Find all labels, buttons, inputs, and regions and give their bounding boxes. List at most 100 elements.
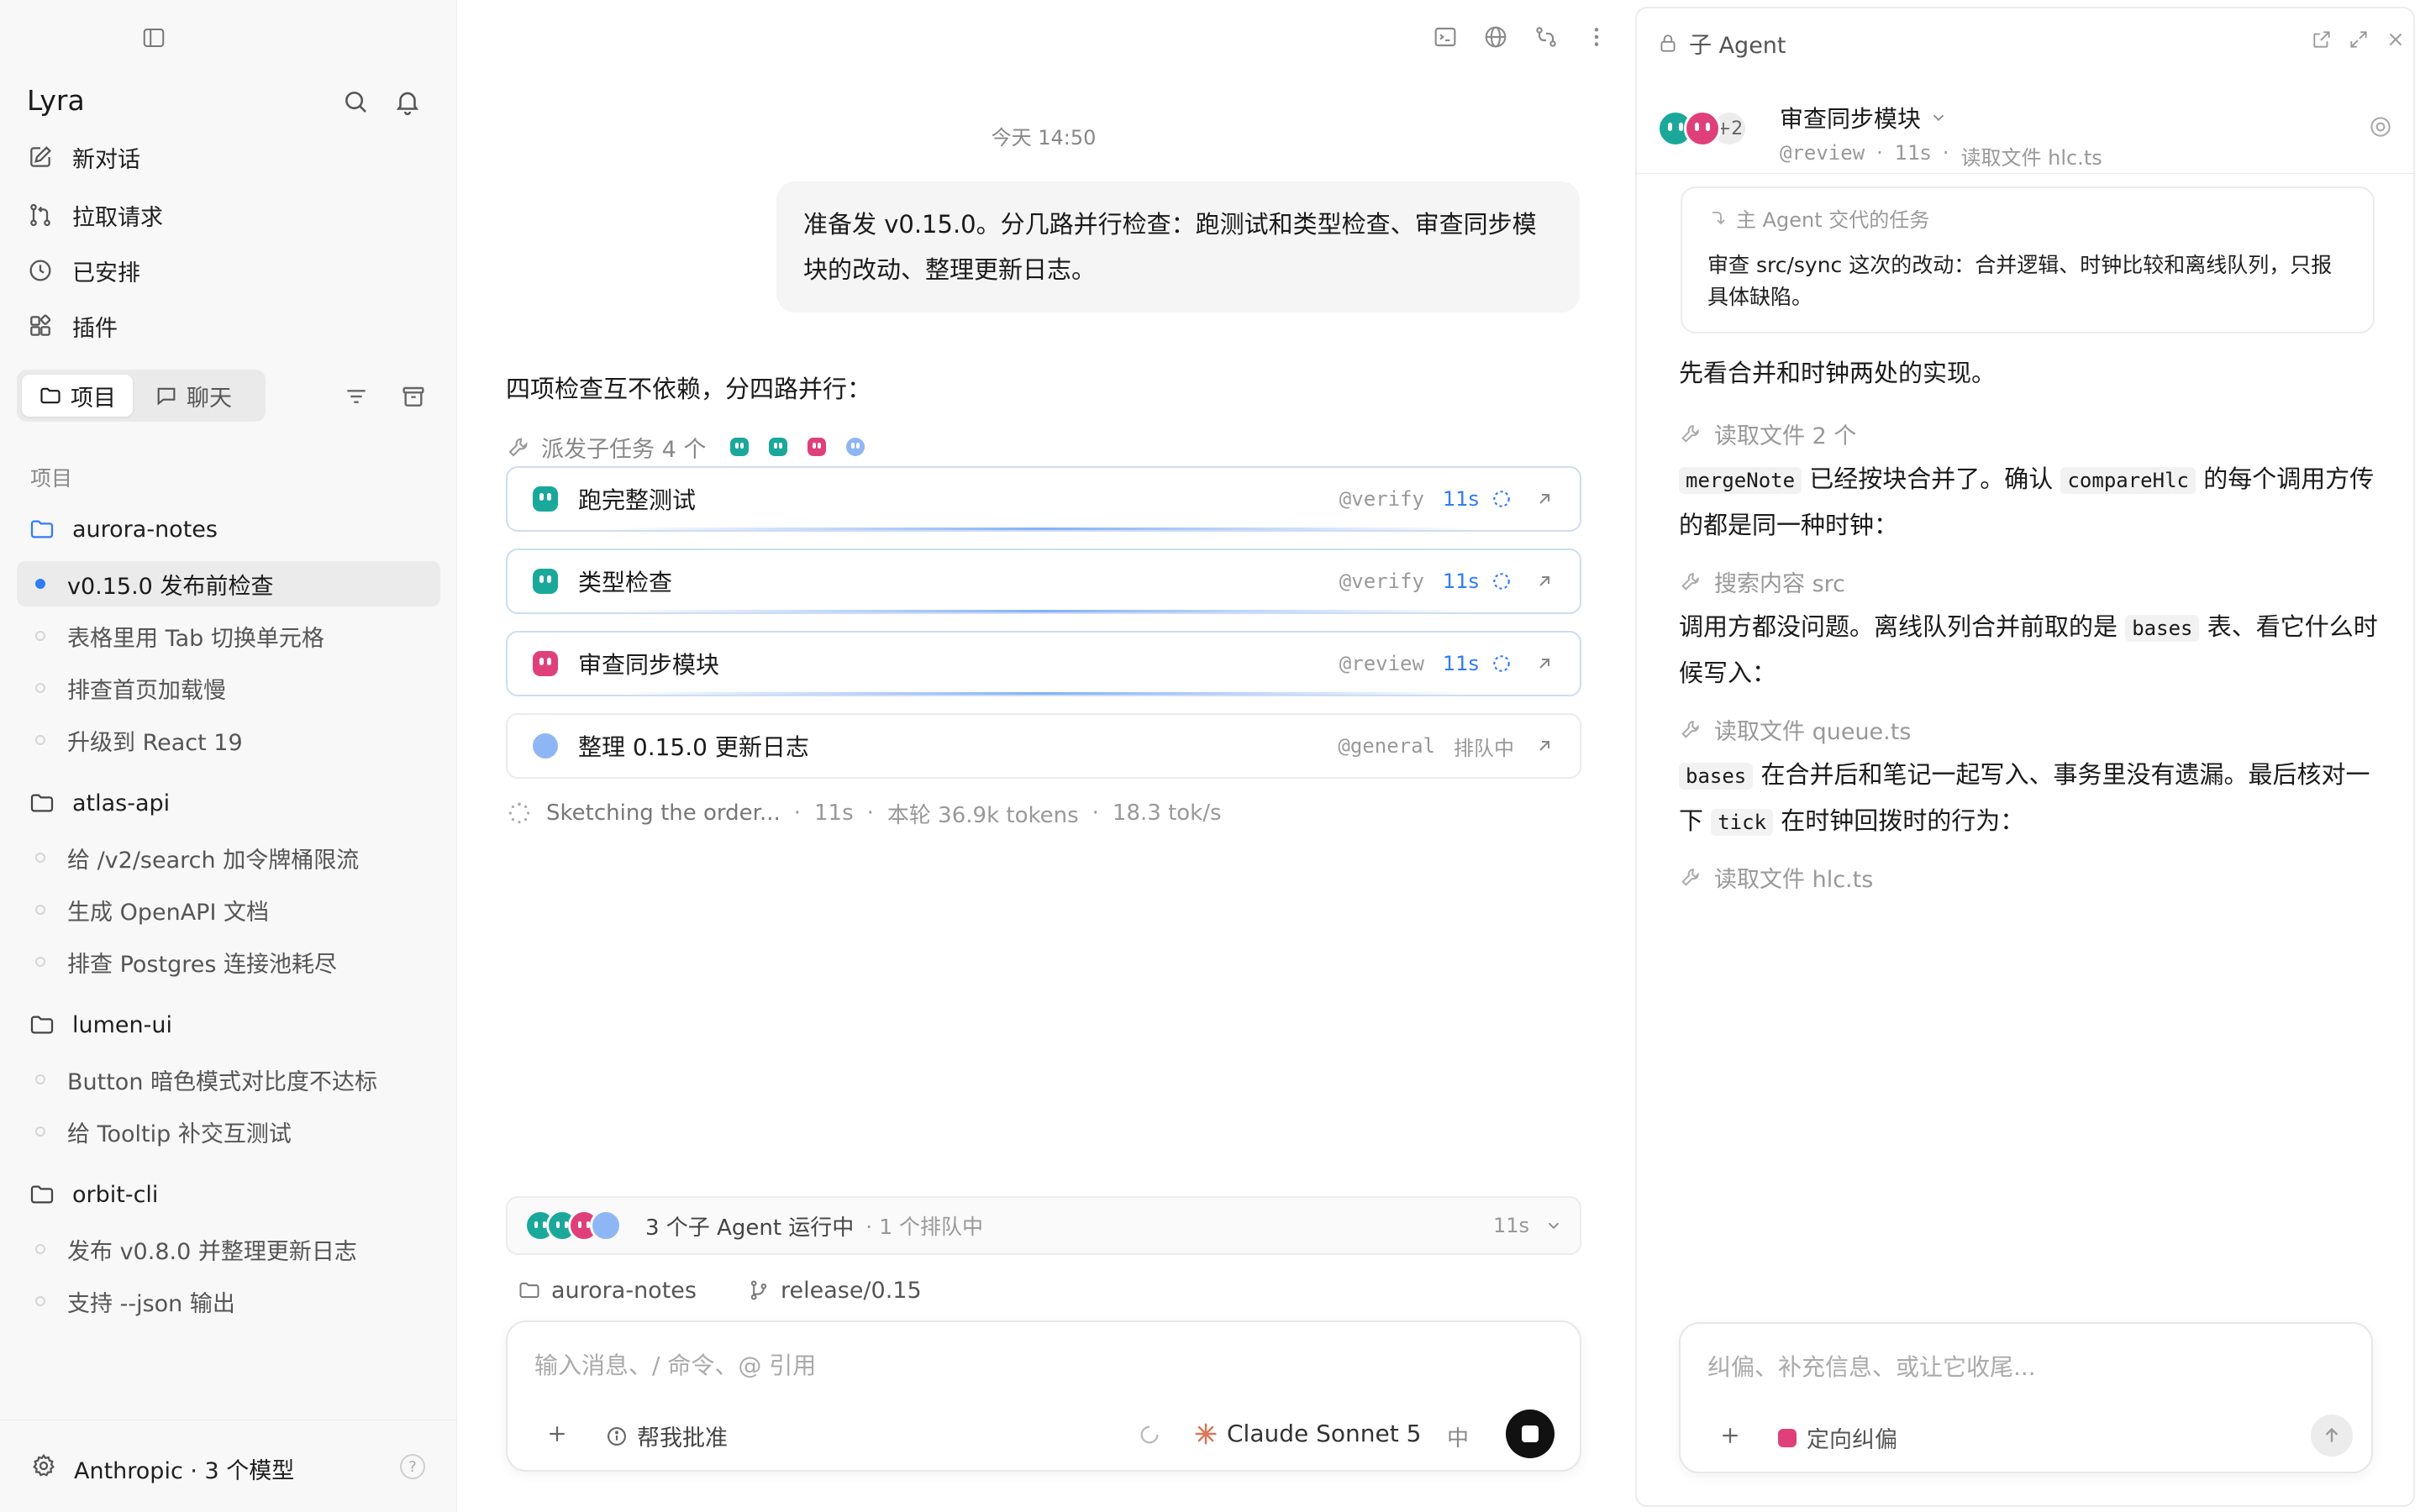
close-icon[interactable] xyxy=(2385,29,2407,50)
plus-icon[interactable] xyxy=(544,1421,570,1446)
separator: · xyxy=(1876,141,1883,165)
agent-avatar-stack: +2 xyxy=(1657,110,1748,147)
lock-icon xyxy=(1657,33,1679,55)
tool-call-row[interactable]: 读取文件 2 个 xyxy=(1679,417,1856,450)
subtask-card[interactable]: 整理 0.15.0 更新日志 @general 排队中 xyxy=(506,713,1581,779)
assistant-message: 四项检查互不依赖，分四路并行： xyxy=(506,375,872,403)
plus-icon[interactable] xyxy=(1718,1423,1743,1448)
folder-icon xyxy=(518,1278,541,1302)
subtask-name: 审查同步模块 xyxy=(578,651,720,679)
tool-call-row[interactable]: 搜索内容 src xyxy=(1679,564,1845,598)
task-brief-text: 审查 src/sync 这次的改动：合并逻辑、时钟比较和离线队列，只报具体缺陷。 xyxy=(1707,253,2333,309)
provider-label[interactable]: Anthropic · 3 个模型 xyxy=(74,1452,294,1485)
model-name: Claude Sonnet 5 xyxy=(1227,1420,1422,1447)
project-atlas-api[interactable]: atlas-api xyxy=(29,783,170,823)
approve-button[interactable]: 帮我批准 xyxy=(605,1420,728,1452)
sub-agent-message: bases 在合并后和笔记一起写入、事务里没有遗漏。最后核对一下 tick 在时… xyxy=(1679,753,2385,845)
thread-item[interactable]: 支持 --json 输出 xyxy=(17,1278,440,1324)
model-selector[interactable]: Claude Sonnet 5 xyxy=(1193,1420,1421,1447)
nav-new-chat[interactable]: 新对话 xyxy=(27,137,140,177)
subtask-card[interactable]: 跑完整测试 @verify 11s xyxy=(506,466,1581,532)
status-dot xyxy=(35,1074,45,1084)
tool-call-row[interactable]: 读取文件 hlc.ts xyxy=(1679,860,1873,894)
open-external-icon[interactable] xyxy=(1534,736,1555,756)
project-orbit-cli[interactable]: orbit-cli xyxy=(29,1174,158,1215)
filter-icon[interactable] xyxy=(343,383,370,410)
gear-icon[interactable] xyxy=(30,1452,57,1479)
nav-scheduled[interactable]: 已安排 xyxy=(27,250,140,291)
task-brief-header: 主 Agent 交代的任务 xyxy=(1707,203,2348,233)
token-rate: 18.3 tok/s xyxy=(1112,801,1222,826)
open-external-icon[interactable] xyxy=(1534,489,1555,509)
project-lumen-ui[interactable]: lumen-ui xyxy=(29,1005,172,1045)
projects-section-label: 项目 xyxy=(30,466,73,491)
thread-item[interactable]: 发布 v0.8.0 并整理更新日志 xyxy=(17,1226,440,1272)
subtask-name: 类型检查 xyxy=(578,569,673,596)
thread-item[interactable]: 给 /v2/search 加令牌桶限流 xyxy=(17,835,440,880)
running-agents-bar[interactable]: 3 个子 Agent 运行中 · 1 个排队中 11s xyxy=(506,1196,1581,1255)
tab-chats[interactable]: 聊天 xyxy=(138,375,249,417)
folder-icon xyxy=(29,1011,55,1038)
sub-agent-handle: @review xyxy=(1780,141,1865,165)
steer-mode-button[interactable]: 定向纠偏 xyxy=(1778,1421,1897,1454)
chevron-down-icon[interactable] xyxy=(1544,1216,1563,1235)
context-branch[interactable]: release/0.15 xyxy=(781,1278,922,1304)
sidebar-toggle-icon[interactable] xyxy=(141,25,166,50)
open-external-icon[interactable] xyxy=(1534,571,1555,591)
bell-icon[interactable] xyxy=(393,87,422,116)
subtask-agent: @verify xyxy=(1339,487,1424,511)
inline-code: bases xyxy=(2125,615,2200,642)
help-icon[interactable]: ? xyxy=(400,1454,425,1479)
dispatch-summary[interactable]: 派发子任务 4 个 xyxy=(506,430,869,464)
wrench-icon xyxy=(1679,570,1702,593)
context-project[interactable]: aurora-notes xyxy=(551,1278,697,1304)
send-button[interactable] xyxy=(2311,1415,2353,1457)
thread-item[interactable]: Button 暗色模式对比度不达标 xyxy=(17,1057,440,1102)
thread-item[interactable]: 生成 OpenAPI 文档 xyxy=(17,887,440,932)
tab-projects[interactable]: 项目 xyxy=(22,375,133,417)
more-vertical-icon[interactable] xyxy=(1583,24,1610,50)
open-external-icon[interactable] xyxy=(1534,654,1555,674)
chevron-down-icon xyxy=(1929,108,1948,127)
spinner-icon xyxy=(1491,653,1512,675)
nav-plugins[interactable]: 插件 xyxy=(27,306,118,346)
main-composer[interactable]: 输入消息、/ 命令、@ 引用 帮我批准 Claude Sonnet 5 中 xyxy=(506,1320,1581,1472)
steer-input-placeholder[interactable]: 纠偏、补充信息、或让它收尾... xyxy=(1707,1349,2036,1383)
thread-item[interactable]: 表格里用 Tab 切换单元格 xyxy=(17,613,440,659)
thread-item[interactable]: 排查首页加载慢 xyxy=(17,665,440,711)
steer-composer[interactable]: 纠偏、补充信息、或让它收尾... 定向纠偏 xyxy=(1679,1322,2373,1473)
thread-item[interactable]: 给 Tooltip 补交互测试 xyxy=(17,1109,440,1154)
agent-avatar xyxy=(533,733,558,759)
tool-call-row[interactable]: 读取文件 queue.ts xyxy=(1679,712,1911,746)
expand-icon[interactable] xyxy=(2348,29,2370,50)
search-icon[interactable] xyxy=(341,87,370,116)
archive-icon[interactable] xyxy=(400,383,427,410)
sub-agent-message: 先看合并和时钟两处的实现。 xyxy=(1679,359,1996,387)
terminal-icon[interactable] xyxy=(1432,24,1459,50)
input-language-toggle[interactable]: 中 xyxy=(1447,1421,1469,1452)
thread-item[interactable]: 排查 Postgres 连接池耗尽 xyxy=(17,939,440,984)
stop-icon xyxy=(1522,1425,1539,1442)
task-brief-label: 主 Agent 交代的任务 xyxy=(1736,208,1930,232)
subtask-card[interactable]: 审查同步模块 @review 11s xyxy=(506,631,1581,696)
diff-icon[interactable] xyxy=(1533,24,1560,50)
message-input-placeholder[interactable]: 输入消息、/ 命令、@ 引用 xyxy=(534,1347,816,1381)
subtask-card[interactable]: 类型检查 @verify 11s xyxy=(506,549,1581,614)
project-name: lumen-ui xyxy=(72,1011,172,1038)
running-agents-title: 3 个子 Agent 运行中 xyxy=(645,1215,855,1241)
user-message: 准备发 v0.15.0。分几路并行检查：跑测试和类型检查、审查同步模块的改动、整… xyxy=(776,181,1580,312)
panel-header: 子 Agent xyxy=(1657,27,1786,60)
thread-title: 升级到 React 19 xyxy=(67,729,243,756)
nav-pull-requests[interactable]: 拉取请求 xyxy=(27,195,163,235)
target-icon[interactable] xyxy=(2368,114,2393,139)
project-aurora-notes[interactable]: aurora-notes xyxy=(29,509,218,549)
open-window-icon[interactable] xyxy=(2311,29,2333,50)
dispatch-label: 派发子任务 4 个 xyxy=(541,436,707,463)
return-arrow-icon xyxy=(1707,208,1728,228)
globe-icon[interactable] xyxy=(1482,24,1509,50)
status-dot xyxy=(35,1296,45,1306)
thread-item-active[interactable]: v0.15.0 发布前检查 xyxy=(17,561,440,606)
stop-button[interactable] xyxy=(1506,1410,1555,1458)
thread-item[interactable]: 升级到 React 19 xyxy=(17,717,440,763)
sub-agent-selector[interactable]: 审查同步模块 xyxy=(1780,101,2102,134)
